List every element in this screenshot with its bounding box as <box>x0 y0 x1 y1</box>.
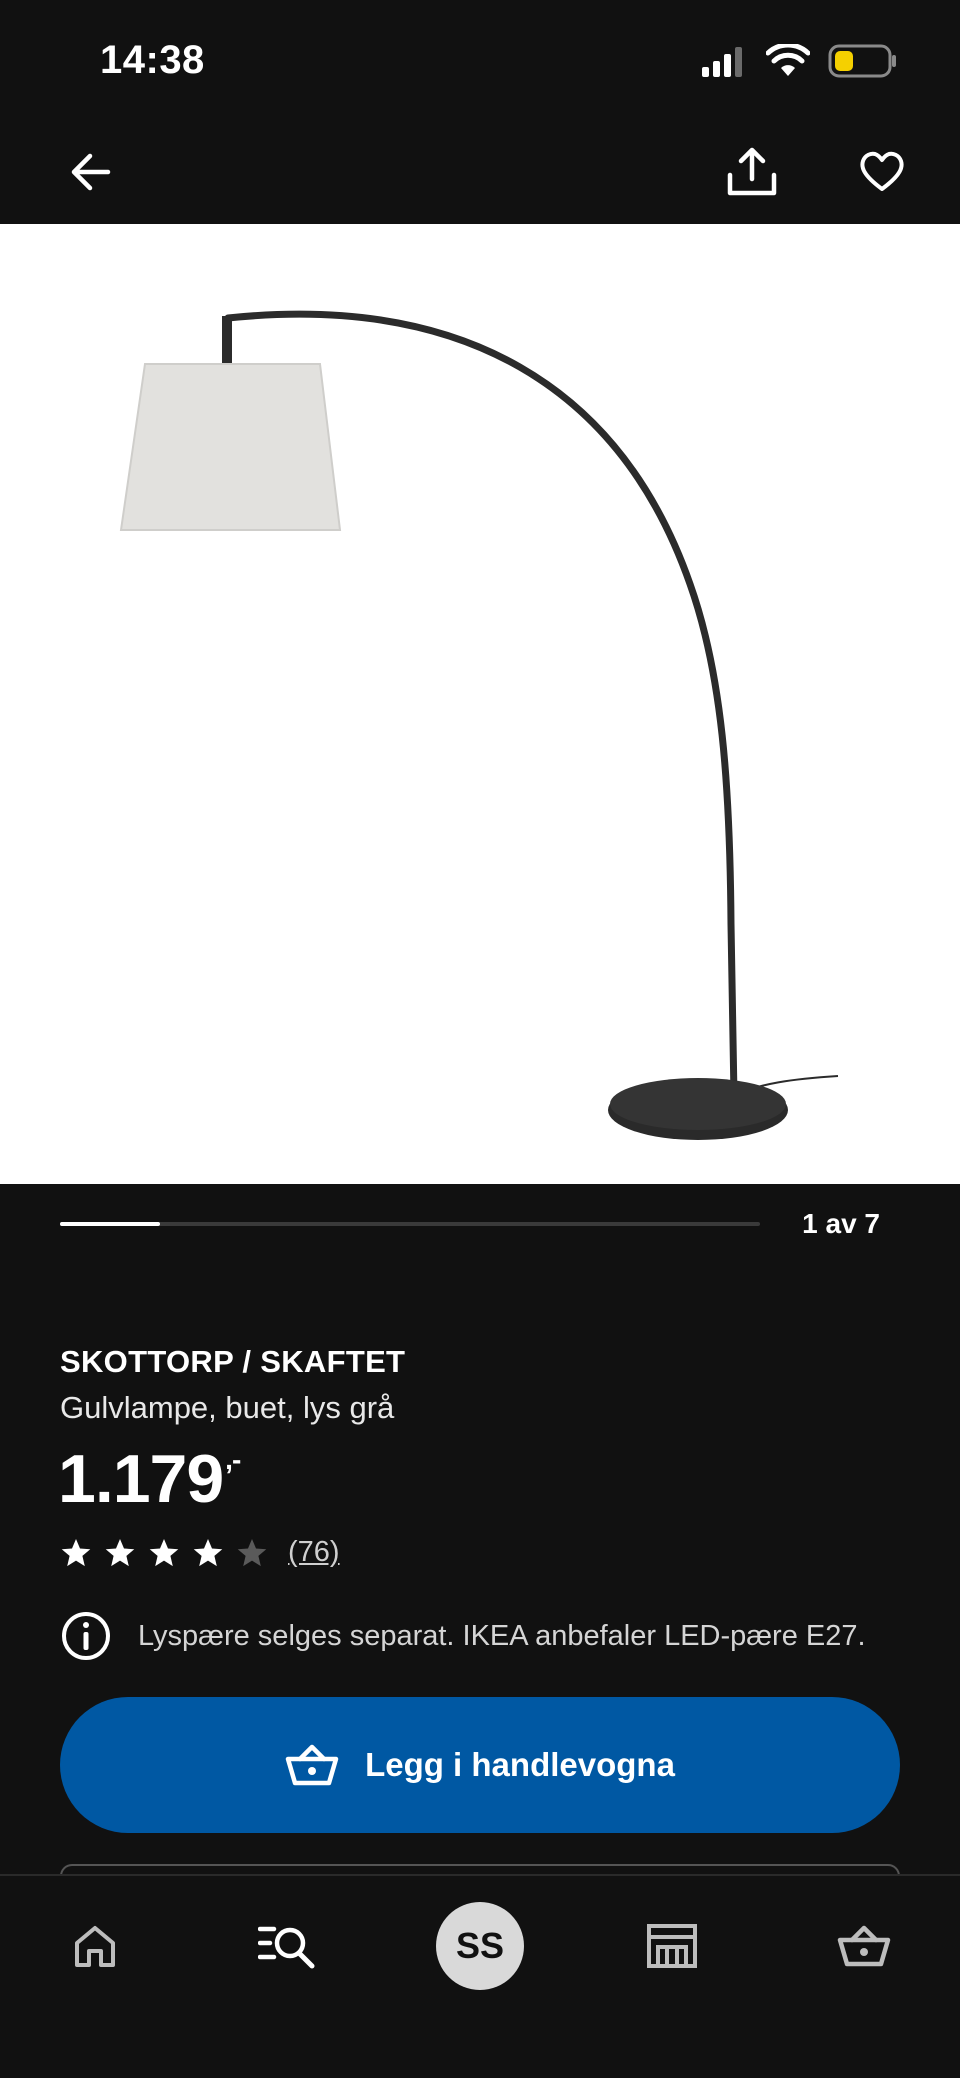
favorite-button[interactable] <box>852 142 912 202</box>
back-button[interactable] <box>60 142 120 202</box>
search-list-icon <box>258 1926 315 1969</box>
info-icon <box>62 1612 110 1660</box>
store-icon <box>647 1924 697 1968</box>
tab-search[interactable] <box>237 1896 337 1996</box>
info-text: Lyspære selges separat. IKEA anbefaler L… <box>138 1619 866 1652</box>
status-time: 14:38 <box>100 38 205 82</box>
add-to-cart-button[interactable]: Legg i handlevogna <box>60 1697 900 1833</box>
basket-icon <box>837 1925 891 1967</box>
gallery-progress-bar <box>60 1222 760 1226</box>
avatar: SS <box>436 1902 524 1990</box>
cellular-signal-icon <box>702 47 742 77</box>
product-price: 1.179 ,- <box>58 1440 241 1518</box>
add-to-cart-label: Legg i handlevogna <box>365 1746 675 1783</box>
arrow-left-icon <box>71 153 111 191</box>
heart-icon <box>860 151 904 191</box>
rating-stars <box>60 1537 268 1569</box>
status-icons <box>700 44 898 78</box>
price-amount: 1.179 <box>58 1441 224 1517</box>
share-icon <box>727 147 777 196</box>
tab-profile[interactable]: SS <box>430 1896 530 1996</box>
price-suffix: ,- <box>225 1444 241 1475</box>
star-filled-icon <box>149 1538 179 1566</box>
star-filled-icon <box>61 1538 91 1566</box>
bottom-tab-bar: SS <box>0 1874 960 2078</box>
rating[interactable]: (76) <box>60 1536 340 1569</box>
product-name: SKOTTORP / SKAFTET <box>60 1344 406 1379</box>
floor-lamp-illustration <box>119 310 839 1140</box>
product-description: Gulvlampe, buet, lys grå <box>60 1390 395 1425</box>
basket-icon <box>285 1744 339 1786</box>
tab-home[interactable] <box>45 1896 145 1996</box>
gallery-counter: 1 av 7 <box>802 1208 880 1239</box>
status-bar: 14:38 <box>0 0 960 120</box>
top-navigation <box>0 120 960 224</box>
star-filled-icon <box>105 1538 135 1566</box>
star-empty-icon <box>237 1538 267 1566</box>
info-notice: Lyspære selges separat. IKEA anbefaler L… <box>60 1610 866 1662</box>
gallery-progress-fill <box>60 1222 160 1226</box>
star-filled-icon <box>193 1538 223 1566</box>
battery-icon <box>828 44 896 78</box>
share-button[interactable] <box>722 142 782 202</box>
tab-cart[interactable] <box>814 1896 914 1996</box>
review-count-link[interactable]: (76) <box>288 1536 340 1569</box>
tab-store[interactable] <box>622 1896 722 1996</box>
product-image[interactable] <box>0 224 960 1184</box>
wifi-icon <box>766 44 810 76</box>
home-icon <box>75 1926 115 1967</box>
